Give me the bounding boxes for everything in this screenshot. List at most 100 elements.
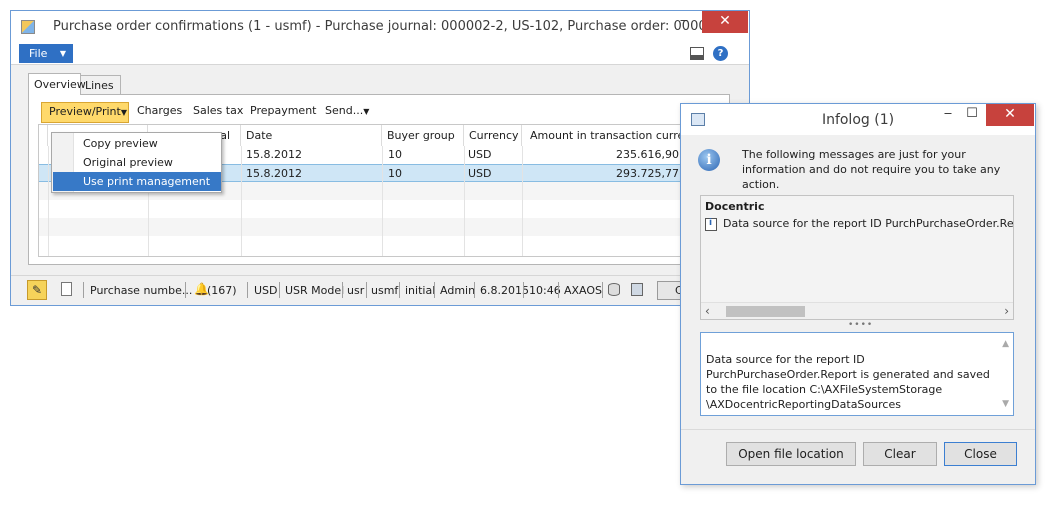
info-icon: i: [698, 149, 720, 171]
tree-message-item[interactable]: Data source for the report ID PurchPurch…: [723, 217, 1013, 230]
grid-line: [464, 146, 465, 256]
preview-print-button[interactable]: Preview/Print▼: [41, 102, 129, 123]
purchase-order-confirmations-window: Purchase order confirmations (1 - usmf) …: [10, 10, 750, 306]
preview-print-dropdown-menu: Copy preview Original preview Use print …: [51, 132, 222, 193]
column-header-currency[interactable]: Currency: [464, 125, 522, 146]
menu-item-use-print-management[interactable]: Use print management: [53, 172, 221, 191]
status-bar: ✎ Purchase numbe... 🔔 (167) USD USR Mode…: [11, 275, 749, 305]
help-icon[interactable]: ?: [713, 46, 728, 61]
empty-row: [39, 218, 721, 236]
cell-currency: USD: [468, 167, 492, 180]
clear-button[interactable]: Clear: [863, 442, 937, 466]
status-partition: initial: [405, 284, 436, 297]
document-icon[interactable]: [61, 282, 72, 296]
horizontal-scrollbar[interactable]: ‹ ›: [701, 302, 1013, 319]
status-notification-count[interactable]: (167): [207, 284, 237, 297]
column-header-amount[interactable]: Amount in transaction currency: [522, 125, 704, 146]
grid-line: [522, 146, 523, 256]
prepayment-button[interactable]: Prepayment: [250, 104, 317, 117]
empty-row: [39, 236, 721, 254]
window-title: Purchase order confirmations (1 - usmf) …: [53, 19, 724, 34]
cell-buyer-group: 10: [388, 148, 402, 161]
status-purchase-number: Purchase numbe...: [90, 284, 193, 297]
status-separator: [558, 282, 559, 298]
cell-date: 15.8.2012: [246, 167, 302, 180]
empty-row: [39, 200, 721, 218]
app-icon: [21, 20, 35, 34]
chevron-down-icon: ▼: [59, 49, 66, 58]
status-company: usmf: [371, 284, 399, 297]
infolog-title-bar[interactable]: Infolog (1) ‒ ☐ ✕: [681, 104, 1035, 135]
status-separator: [247, 282, 248, 298]
column-header-date[interactable]: Date: [241, 125, 382, 146]
close-button[interactable]: ✕: [702, 11, 748, 33]
send-menu-button[interactable]: Send...▼: [325, 104, 369, 117]
tree-group-docentric[interactable]: Docentric: [705, 200, 764, 213]
status-separator: [474, 282, 475, 298]
message-detail-content: Data source for the report ID PurchPurch…: [706, 353, 990, 415]
scrollbar-thumb[interactable]: [726, 306, 805, 317]
minimize-button[interactable]: ‒: [671, 11, 697, 33]
status-separator: [434, 282, 435, 298]
grid-line: [382, 146, 383, 256]
tab-overview[interactable]: Overview: [28, 73, 86, 95]
info-message-icon: [705, 218, 717, 231]
cell-amount: 293.725,77: [616, 167, 679, 180]
scroll-down-arrow-icon[interactable]: ▼: [1002, 397, 1009, 412]
database-icon[interactable]: [608, 283, 620, 296]
chevron-down-icon: ▼: [363, 107, 370, 116]
status-date: 6.8.2015: [480, 284, 529, 297]
menu-item-original-preview[interactable]: Original preview: [53, 153, 221, 172]
chevron-down-icon: ▼: [120, 108, 127, 117]
menu-bar: File ▼ ?: [11, 43, 749, 65]
pencil-edit-icon[interactable]: ✎: [27, 280, 47, 300]
open-file-location-button[interactable]: Open file location: [726, 442, 856, 466]
sales-tax-button[interactable]: Sales tax: [193, 104, 243, 117]
menu-item-copy-preview[interactable]: Copy preview: [53, 134, 221, 153]
status-separator: [83, 282, 84, 298]
status-separator: [279, 282, 280, 298]
message-detail-text[interactable]: Data source for the report ID PurchPurch…: [700, 332, 1014, 416]
bell-icon[interactable]: 🔔: [194, 282, 209, 296]
preview-print-label: Preview/Print: [49, 105, 121, 118]
status-separator: [399, 282, 400, 298]
scroll-left-arrow-icon[interactable]: ‹: [705, 304, 710, 318]
status-model: USR Model: [285, 284, 345, 297]
status-layer: usr: [347, 284, 365, 297]
message-tree[interactable]: Docentric Data source for the report ID …: [700, 195, 1014, 320]
minimize-button[interactable]: ‒: [935, 104, 961, 126]
info-message: The following messages are just for your…: [742, 148, 1001, 191]
cell-amount: 235.616,90: [616, 148, 679, 161]
send-label: Send...: [325, 104, 364, 117]
status-separator: [342, 282, 343, 298]
main-title-bar[interactable]: Purchase order confirmations (1 - usmf) …: [11, 11, 749, 43]
status-separator: [366, 282, 367, 298]
maximize-button[interactable]: ☐: [959, 104, 985, 126]
cell-date: 15.8.2012: [246, 148, 302, 161]
splitter-grip[interactable]: ••••: [848, 320, 873, 330]
tab-lines[interactable]: Lines: [81, 75, 121, 94]
footer-divider: [681, 429, 1035, 430]
scroll-right-arrow-icon[interactable]: ›: [1004, 304, 1009, 318]
close-dialog-button[interactable]: Close: [944, 442, 1017, 466]
status-separator: [523, 282, 524, 298]
status-time: 10:46: [529, 284, 561, 297]
status-separator: [185, 282, 186, 298]
status-aos: AXAOS: [564, 284, 603, 297]
scroll-up-arrow-icon[interactable]: ▲: [1002, 337, 1009, 352]
charges-button[interactable]: Charges: [137, 104, 182, 117]
layout-icon[interactable]: [690, 47, 704, 60]
status-currency: USD: [254, 284, 278, 297]
grid-line: [48, 146, 49, 256]
grid-mark-column: [39, 125, 48, 146]
status-separator: [602, 282, 603, 298]
close-button[interactable]: ✕: [986, 104, 1034, 126]
file-menu-label: File: [29, 47, 48, 60]
grid-line: [241, 146, 242, 256]
status-user: Admin: [440, 284, 476, 297]
cell-buyer-group: 10: [388, 167, 402, 180]
sync-icon[interactable]: [631, 283, 643, 296]
infolog-window: Infolog (1) ‒ ☐ ✕ i The following messag…: [680, 103, 1036, 485]
file-menu-button[interactable]: File ▼: [19, 44, 73, 63]
column-header-buyer-group[interactable]: Buyer group: [382, 125, 464, 146]
